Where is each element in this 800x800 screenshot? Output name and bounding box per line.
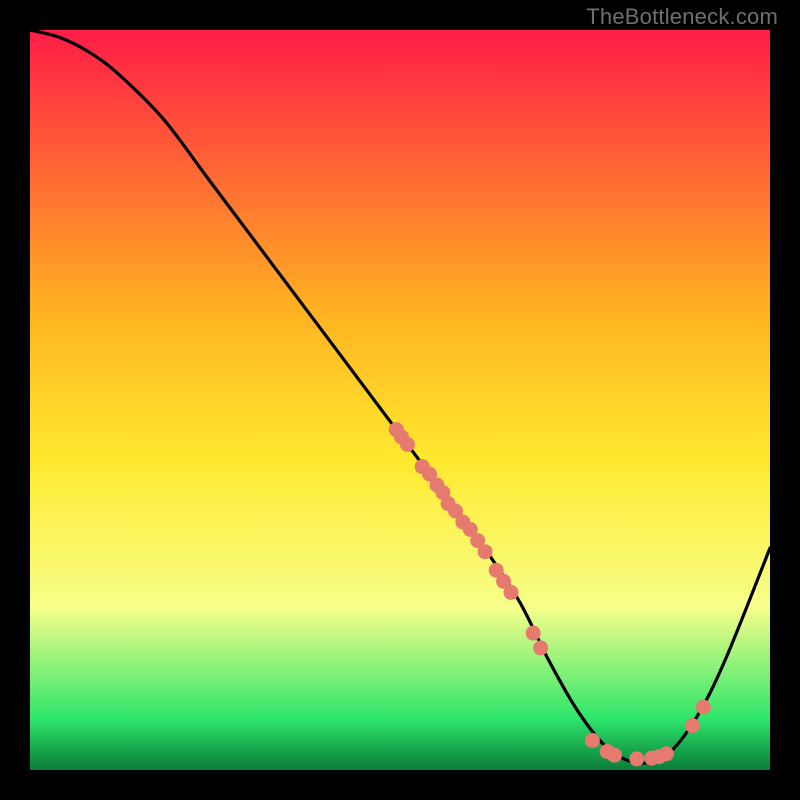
data-dot	[585, 733, 600, 748]
data-dot	[478, 544, 493, 559]
data-dot	[659, 746, 674, 761]
data-dot	[533, 640, 548, 655]
data-dot	[526, 626, 541, 641]
data-dot	[504, 585, 519, 600]
data-dot	[685, 718, 700, 733]
data-dot	[400, 437, 415, 452]
chart-frame: TheBottleneck.com	[0, 0, 800, 800]
gradient-bg	[30, 30, 770, 770]
watermark-text: TheBottleneck.com	[586, 4, 778, 30]
plot-area	[30, 30, 770, 770]
data-dot	[696, 700, 711, 715]
data-dot	[607, 748, 622, 763]
chart-svg	[30, 30, 770, 770]
data-dot	[629, 751, 644, 766]
